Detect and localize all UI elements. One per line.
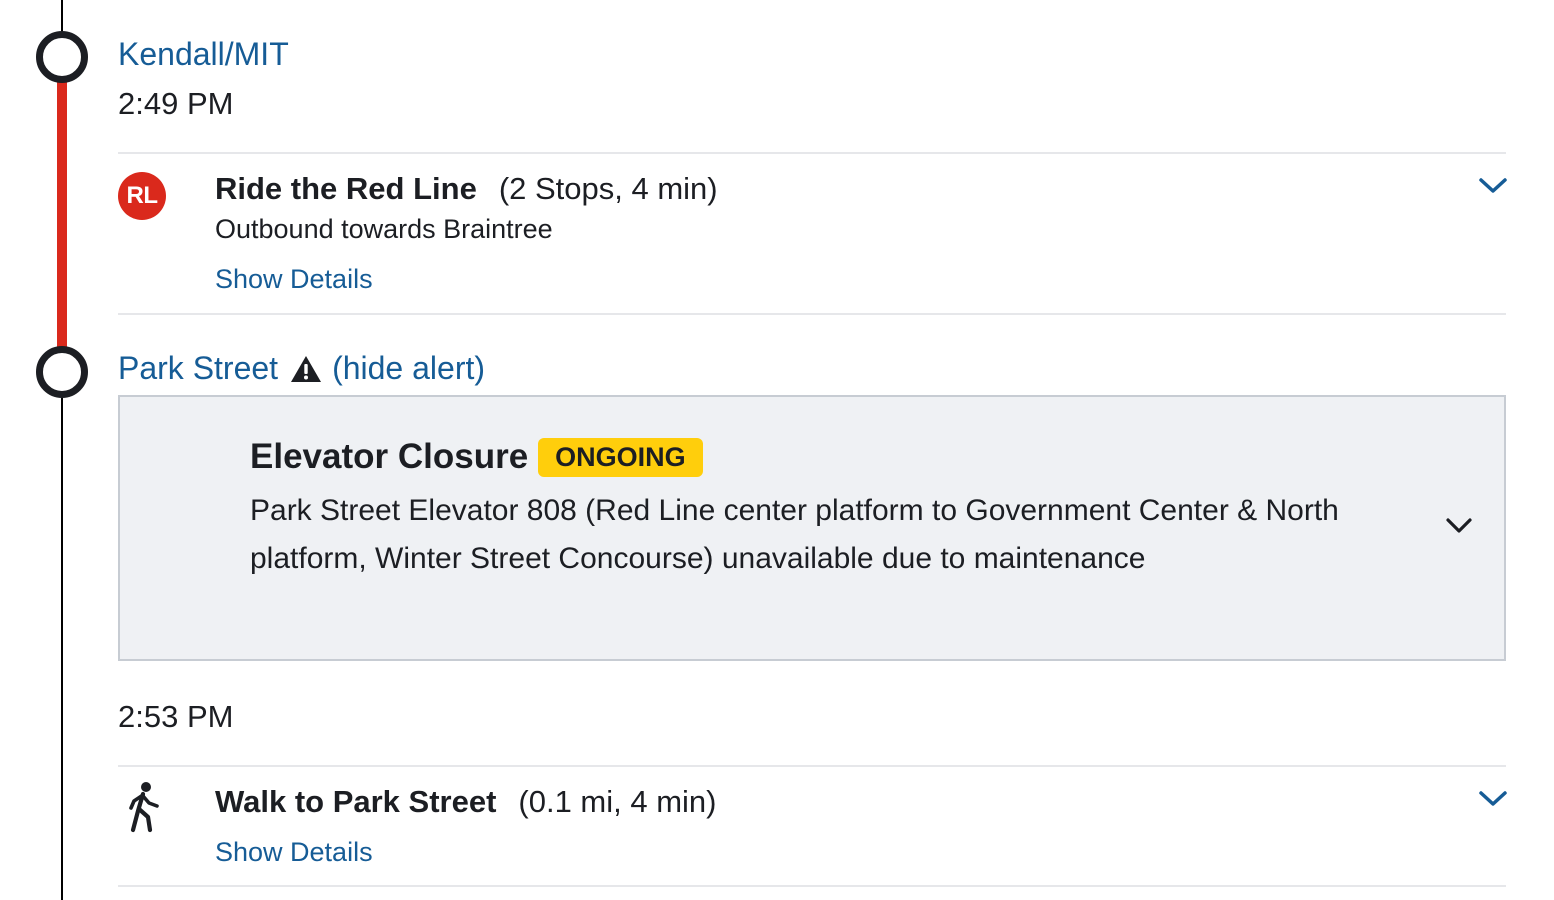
stop-node-park-street bbox=[36, 346, 88, 398]
alert-card[interactable]: Elevator Closure ONGOING Park Street Ele… bbox=[118, 395, 1506, 661]
transit-direction: Outbound towards Braintree bbox=[215, 214, 553, 244]
transit-leg-meta: (2 Stops, 4 min) bbox=[498, 171, 718, 206]
divider bbox=[118, 313, 1506, 315]
walking-person-icon bbox=[129, 782, 159, 833]
stop-link-park-street[interactable]: Park Street bbox=[118, 350, 278, 387]
transit-leg-title: Ride the Red Line (2 Stops, 4 min) bbox=[215, 171, 718, 207]
trip-itinerary: Kendall/MIT 2:49 PM RL Ride the Red Line… bbox=[0, 0, 1554, 900]
walk-leg-title: Walk to Park Street (0.1 mi, 4 min) bbox=[215, 784, 717, 820]
walk-leg-name: Walk to Park Street bbox=[215, 784, 497, 819]
alert-description: Park Street Elevator 808 (Red Line cente… bbox=[250, 494, 1339, 575]
chevron-down-icon[interactable] bbox=[1478, 789, 1508, 809]
stop-row-park-street: Park Street (hide alert) bbox=[118, 350, 485, 387]
show-details-link[interactable]: Show Details bbox=[215, 264, 373, 295]
stop-link-kendall[interactable]: Kendall/MIT bbox=[118, 36, 289, 73]
timeline-line bbox=[61, 380, 63, 900]
red-line-segment bbox=[57, 60, 67, 360]
divider bbox=[118, 765, 1506, 767]
walk-leg-meta: (0.1 mi, 4 min) bbox=[518, 784, 717, 819]
divider bbox=[118, 885, 1506, 887]
divider bbox=[118, 152, 1506, 154]
alert-title: Elevator Closure bbox=[250, 437, 529, 476]
departure-time: 2:49 PM bbox=[118, 86, 234, 121]
show-details-link[interactable]: Show Details bbox=[215, 837, 373, 868]
stop-node-kendall bbox=[36, 31, 88, 83]
alert-status-badge: ONGOING bbox=[538, 437, 703, 477]
hide-alert-link[interactable]: (hide alert) bbox=[332, 350, 485, 387]
alert-header: Elevator Closure ONGOING bbox=[250, 437, 703, 477]
transit-leg-name: Ride the Red Line bbox=[215, 171, 477, 206]
arrival-time: 2:53 PM bbox=[118, 699, 234, 734]
red-line-badge: RL bbox=[118, 172, 166, 220]
chevron-down-icon[interactable] bbox=[1445, 517, 1473, 535]
chevron-down-icon[interactable] bbox=[1478, 176, 1508, 196]
warning-icon bbox=[291, 355, 322, 382]
